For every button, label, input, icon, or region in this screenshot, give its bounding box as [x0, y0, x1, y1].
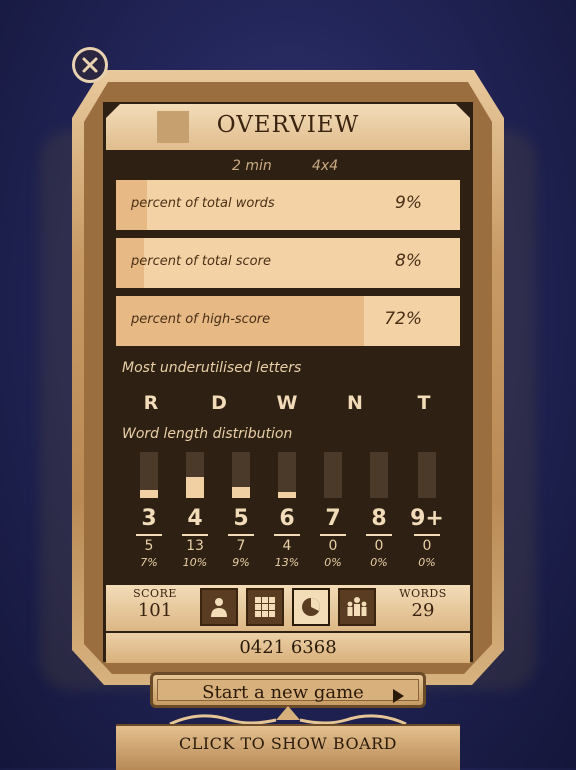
- word-length: 8: [371, 506, 387, 531]
- play-icon: [393, 689, 404, 703]
- word-percent: 10%: [182, 556, 208, 569]
- distribution-bar-track: [232, 452, 250, 498]
- stat-bar-label: percent of total score: [131, 254, 271, 269]
- words-label: WORDS: [399, 587, 447, 600]
- ornament-decoration: [169, 706, 407, 726]
- letter-item: R: [143, 392, 159, 414]
- word-percent: 0%: [370, 556, 388, 569]
- stat-bar-value: 9%: [395, 193, 422, 213]
- letter-item: N: [347, 392, 363, 414]
- distribution-bar-track: [418, 452, 436, 498]
- word-count: 0: [374, 538, 384, 554]
- tab-player[interactable]: [200, 588, 238, 626]
- new-game-label: Start a new game: [202, 682, 364, 703]
- divider: [414, 534, 440, 536]
- word-length: 3: [141, 506, 157, 531]
- distribution-bar-fill: [232, 486, 250, 498]
- letter-item: T: [417, 392, 431, 414]
- word-percent: 0%: [418, 556, 436, 569]
- distribution-heading: Word length distribution: [122, 426, 293, 442]
- grid-icon: [255, 597, 275, 617]
- letter-item: D: [211, 392, 227, 414]
- show-board-label: CLICK TO SHOW BOARD: [178, 734, 397, 753]
- distribution-bar-track: [370, 452, 388, 498]
- stat-bar-value: 72%: [384, 309, 422, 329]
- stat-bar-high-score: percent of high-score 72%: [116, 296, 460, 346]
- word-percent: 7%: [140, 556, 158, 569]
- word-count: 7: [236, 538, 246, 554]
- new-game-inner: Start a new game: [157, 679, 419, 703]
- word-length: 9+: [410, 506, 444, 531]
- word-length: 5: [233, 506, 249, 531]
- letter-item: W: [276, 392, 298, 414]
- score-value: 101: [137, 600, 173, 621]
- distribution-bar-track: [278, 452, 296, 498]
- tab-players[interactable]: [338, 588, 376, 626]
- words-stat: WORDS 29: [388, 587, 458, 621]
- page-title: OVERVIEW: [216, 112, 360, 138]
- divider: [320, 534, 346, 536]
- word-length: 4: [187, 506, 203, 531]
- stat-bar-total-score: percent of total score 8%: [116, 238, 460, 288]
- distribution-bar-track: [186, 452, 204, 498]
- word-length: 7: [325, 506, 341, 531]
- board-size: 4x4: [312, 158, 339, 174]
- distribution-bar-fill: [278, 491, 296, 498]
- word-length: 6: [279, 506, 295, 531]
- word-percent: 9%: [232, 556, 250, 569]
- divider: [182, 534, 208, 536]
- word-count: 5: [144, 538, 154, 554]
- word-percent: 0%: [324, 556, 342, 569]
- distribution-bar-fill: [140, 489, 158, 498]
- new-game-button[interactable]: Start a new game: [150, 672, 426, 708]
- players-icon: [347, 597, 367, 616]
- divider: [136, 534, 162, 536]
- tab-stats[interactable]: [292, 588, 330, 626]
- tab-board[interactable]: [246, 588, 284, 626]
- show-board-button[interactable]: CLICK TO SHOW BOARD: [116, 724, 460, 770]
- word-count: 0: [422, 538, 432, 554]
- distribution-bar-track: [324, 452, 342, 498]
- close-button[interactable]: [72, 47, 108, 83]
- distribution-bar-fill: [186, 477, 204, 498]
- word-percent: 13%: [274, 556, 300, 569]
- stat-bar-total-words: percent of total words 9%: [116, 180, 460, 230]
- stat-bar-label: percent of total words: [131, 196, 275, 211]
- underutilised-heading: Most underutilised letters: [122, 360, 302, 376]
- distribution-bar-track: [140, 452, 158, 498]
- stat-bar-value: 8%: [395, 251, 422, 271]
- divider: [274, 534, 300, 536]
- score-label: SCORE: [133, 587, 177, 600]
- person-icon: [211, 598, 227, 617]
- close-icon: [82, 57, 98, 73]
- word-count: 0: [328, 538, 338, 554]
- stat-bar-label: percent of high-score: [131, 312, 271, 327]
- score-stat: SCORE 101: [120, 587, 190, 621]
- word-count: 13: [186, 538, 204, 554]
- divider: [228, 534, 254, 536]
- game-duration: 2 min: [232, 158, 272, 174]
- word-count: 4: [282, 538, 292, 554]
- game-code: 0421 6368: [239, 637, 337, 658]
- pie-chart-icon: [302, 598, 320, 616]
- words-value: 29: [411, 600, 435, 621]
- divider: [366, 534, 392, 536]
